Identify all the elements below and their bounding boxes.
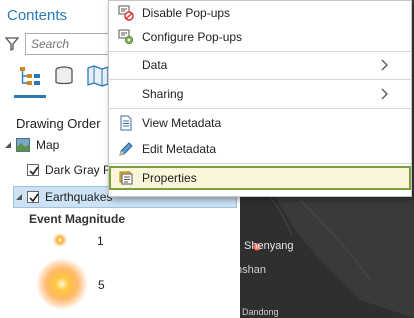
map-label-city: Shenyang (244, 240, 294, 252)
menu-item-view-metadata[interactable]: View Metadata (109, 111, 411, 135)
tree-item-map[interactable]: Map (4, 138, 59, 152)
menu-separator (109, 51, 411, 52)
menu-item-data[interactable]: Data (109, 53, 411, 77)
basemap-visibility-checkbox[interactable] (27, 164, 39, 176)
configure-popups-icon (118, 29, 133, 44)
search-field[interactable] (25, 33, 115, 55)
menu-separator (109, 79, 411, 80)
menu-item-label: Configure Pop-ups (142, 30, 243, 44)
pane-title: Contents (7, 7, 68, 24)
earthquakes-label: Earthquakes (45, 190, 113, 204)
menu-item-configure-popups[interactable]: Configure Pop-ups (109, 25, 411, 49)
menu-item-edit-metadata[interactable]: Edit Metadata (109, 137, 411, 161)
disable-popups-icon (118, 5, 134, 21)
map-icon (16, 138, 30, 152)
collapse-triangle-icon[interactable] (4, 141, 12, 149)
view-metadata-icon (120, 115, 132, 131)
tree-item-earthquakes[interactable]: Earthquakes (15, 190, 112, 204)
map-label-city: nshan (240, 264, 266, 276)
menu-separator (109, 108, 411, 109)
menu-item-label: View Metadata (142, 116, 222, 130)
collapse-triangle-icon[interactable] (15, 193, 23, 201)
map-label-city: Dandong (242, 307, 279, 317)
filter-icon[interactable] (5, 37, 19, 51)
edit-metadata-icon (119, 142, 133, 156)
large-magnitude-symbol-icon (36, 258, 88, 310)
legend-heading: Event Magnitude (29, 212, 126, 226)
submenu-arrow-icon (381, 59, 388, 71)
legend-label-small: 1 (97, 234, 104, 248)
menu-item-label: Properties (142, 171, 197, 185)
menu-item-properties[interactable]: Properties (109, 166, 411, 190)
menu-item-disable-popups[interactable]: Disable Pop-ups (109, 1, 411, 25)
menu-item-label: Data (142, 58, 168, 72)
search-input[interactable] (26, 34, 114, 54)
list-by-selection-icon[interactable] (86, 64, 110, 88)
layer-context-menu: Disable Pop-ups Configure Pop-ups Data S… (108, 0, 412, 197)
list-by-drawing-order-icon[interactable] (18, 64, 42, 88)
list-by-data-source-icon[interactable] (52, 64, 76, 88)
small-magnitude-symbol-icon (53, 233, 67, 247)
menu-item-sharing[interactable]: Sharing (109, 82, 411, 106)
menu-item-label: Edit Metadata (142, 142, 217, 156)
menu-item-label: Disable Pop-ups (142, 6, 231, 20)
tree-item-basemap[interactable]: Dark Gray R (27, 163, 112, 177)
submenu-arrow-icon (381, 88, 388, 100)
properties-icon (119, 171, 133, 185)
legend-label-large: 5 (98, 278, 105, 292)
active-view-indicator (14, 95, 46, 98)
drawing-order-heading: Drawing Order (16, 116, 101, 131)
map-label: Map (36, 138, 60, 152)
basemap-label: Dark Gray R (45, 163, 112, 177)
menu-item-label: Sharing (142, 87, 184, 101)
menu-separator (109, 163, 411, 164)
earthquakes-visibility-checkbox[interactable] (27, 191, 39, 203)
